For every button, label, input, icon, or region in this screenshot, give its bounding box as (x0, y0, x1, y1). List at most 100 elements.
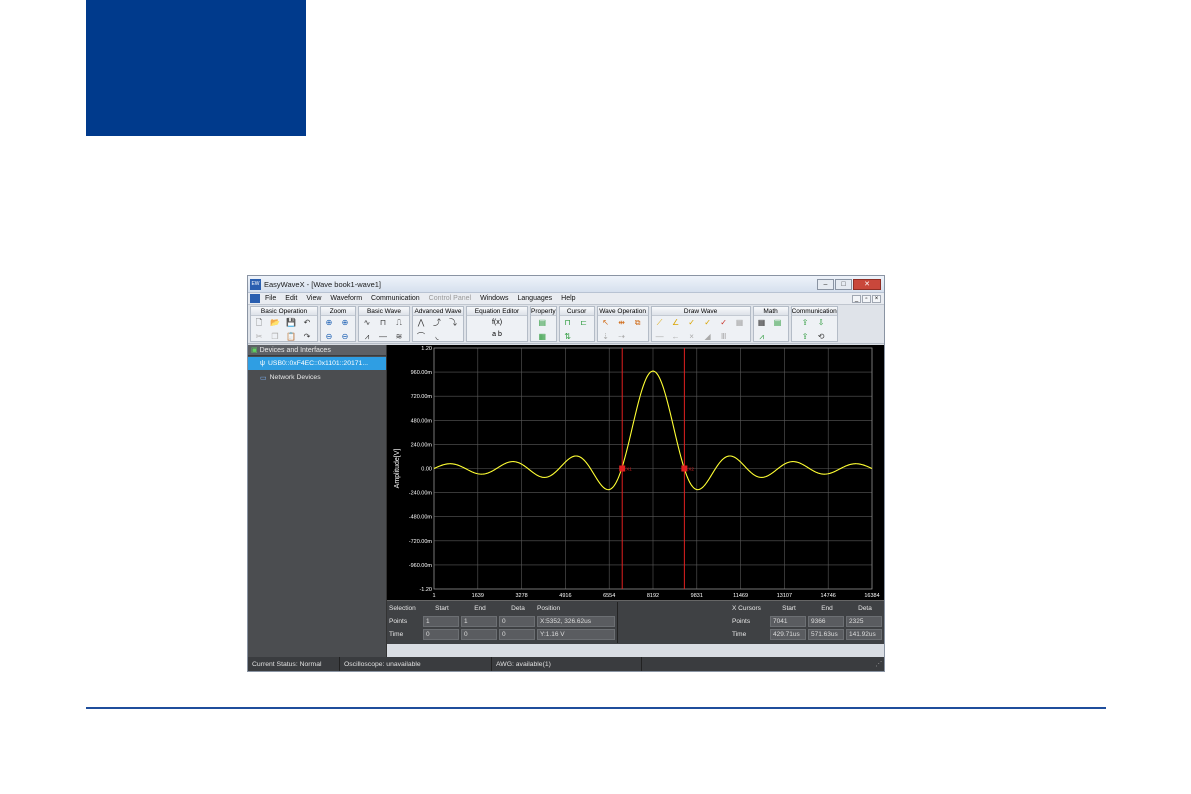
draw-free-icon[interactable]: ✓ (718, 317, 730, 328)
gauss-wave-icon[interactable]: ◟ (431, 331, 443, 342)
waveform-plot[interactable]: 1.20 960.00m 720.00m 480.00m 240.00m 0.00 -240… (387, 345, 884, 600)
exp-fall-icon[interactable]: ⤵ (447, 317, 459, 328)
noise-wave-icon[interactable]: ≋ (393, 331, 405, 342)
draw-bars-icon[interactable]: Ⅲ (718, 331, 730, 342)
square-wave-icon[interactable]: ⊓ (377, 317, 389, 328)
equation-ab-label: a b (492, 331, 502, 338)
selection-time-start[interactable]: 0 (423, 629, 459, 640)
toolbar-group-title: Zoom (321, 307, 355, 316)
draw-h-icon[interactable]: ― (654, 331, 666, 342)
selection-row-label: Points (389, 618, 408, 625)
select-arrow-icon[interactable]: ↖ (600, 317, 612, 328)
mdi-restore-button[interactable]: ▫ (862, 294, 871, 303)
menu-waveform[interactable]: Waveform (330, 295, 362, 302)
math-wave-icon[interactable]: ⩘ (756, 331, 768, 342)
download-icon[interactable]: ⇩ (815, 317, 827, 328)
paste-icon[interactable]: 📋 (285, 331, 297, 342)
x-cursors-header-deta: Deta (858, 605, 872, 612)
crop-icon[interactable]: ⧉ (632, 317, 644, 328)
math-chart-icon[interactable]: ▤ (772, 317, 784, 328)
send-icon[interactable]: ⇪ (799, 331, 811, 342)
math-grid-icon[interactable]: ▦ (756, 317, 768, 328)
x-cursor-icon[interactable]: ⊓ (562, 317, 574, 328)
x-cursors-time-start[interactable]: 429.71us (770, 629, 806, 640)
zoom-out-x-icon[interactable]: ⊖ (323, 331, 335, 342)
maximize-button[interactable]: □ (835, 278, 852, 290)
draw-check-icon[interactable]: ✓ (686, 317, 698, 328)
menu-help[interactable]: Help (561, 295, 575, 302)
y-tick-label: 0.00 (421, 467, 432, 473)
property-list-icon[interactable]: ▤ (536, 317, 548, 328)
menu-view[interactable]: View (306, 295, 321, 302)
x-cursors-row-label: Points (732, 618, 751, 625)
zoom-out-y-icon[interactable]: ⊖ (339, 331, 351, 342)
close-button[interactable]: ✕ (853, 278, 881, 290)
selection-points-deta: 0 (499, 616, 535, 627)
upload-icon[interactable]: ⇪ (799, 317, 811, 328)
menu-edit[interactable]: Edit (285, 295, 297, 302)
draw-arrow-icon[interactable]: ← (670, 331, 682, 342)
cursor-move-icon[interactable]: ⇅ (562, 331, 574, 342)
y-cursor-icon[interactable]: ⊏ (578, 317, 590, 328)
pulse-wave-icon[interactable]: ⎍ (393, 317, 405, 328)
draw-line-icon[interactable]: ⟋ (654, 317, 666, 328)
title-bar[interactable]: EW EasyWaveX - [Wave book1-wave1] – □ ✕ (248, 276, 884, 293)
new-file-icon[interactable]: 🗋 (253, 317, 265, 328)
mdi-minimize-button[interactable]: _ (852, 294, 861, 303)
merge-icon[interactable]: ⇢ (616, 331, 628, 342)
resize-grip-icon[interactable]: ⋰ (875, 660, 884, 668)
draw-angle-icon[interactable]: ∠ (670, 317, 682, 328)
undo-icon[interactable]: ↶ (301, 317, 313, 328)
sinc-wave-icon[interactable]: ⋀ (415, 317, 427, 328)
selection-points-start[interactable]: 1 (423, 616, 459, 627)
zoom-in-x-icon[interactable]: ⊕ (323, 317, 335, 328)
x-cursors-points-start[interactable]: 7041 (770, 616, 806, 627)
ramp-wave-icon[interactable]: ⩘ (361, 331, 373, 342)
toolbar-group-basic-operation: Basic Operation 🗋 📂 💾 ↶ ✂ ❐ 📋 ↷ (250, 306, 318, 342)
property-edit-icon[interactable]: ▦ (536, 331, 548, 342)
toolbar-group-title: Communication (791, 307, 837, 316)
minimize-button[interactable]: – (817, 278, 834, 290)
x-cursors-points-end[interactable]: 9366 (808, 616, 844, 627)
cursor-label: X1 (626, 467, 632, 472)
stretch-icon[interactable]: ⇹ (616, 317, 628, 328)
draw-curve-icon[interactable]: ✓ (702, 317, 714, 328)
selection-points-end[interactable]: 1 (461, 616, 497, 627)
exp-rise-icon[interactable]: ⤴ (431, 317, 443, 328)
sync-icon[interactable]: ⟲ (815, 331, 827, 342)
x-tick-label: 3278 (515, 593, 527, 599)
position-title: Position (537, 605, 561, 612)
status-bar: Current Status: Normal Oscilloscope: una… (248, 657, 884, 671)
menu-windows[interactable]: Windows (480, 295, 508, 302)
zoom-in-y-icon[interactable]: ⊕ (339, 317, 351, 328)
sidebar-item-usb-device[interactable]: ψ USB0::0xF4EC::0x1101::20171... (248, 357, 386, 370)
open-folder-icon[interactable]: 📂 (269, 317, 281, 328)
draw-grid-icon[interactable]: ▦ (734, 317, 746, 328)
eraser-icon[interactable]: ◢ (702, 331, 714, 342)
selection-title: Selection (389, 605, 416, 612)
x-cursors-time-end[interactable]: 571.63us (808, 629, 844, 640)
menu-languages[interactable]: Languages (518, 295, 553, 302)
mdi-close-button[interactable]: × (872, 294, 881, 303)
dc-wave-icon[interactable]: ― (377, 331, 389, 342)
sine-wave-icon[interactable]: ∿ (361, 317, 373, 328)
selection-time-end[interactable]: 0 (461, 629, 497, 640)
devices-header-label: Devices and Interfaces (259, 346, 331, 354)
selection-header-end: End (474, 605, 486, 612)
waveform-chart[interactable]: 1.20 960.00m 720.00m 480.00m 240.00m 0.00 -240… (387, 345, 884, 600)
menu-control-panel[interactable]: Control Panel (429, 295, 471, 302)
menu-communication[interactable]: Communication (371, 295, 420, 302)
redo-icon[interactable]: ↷ (301, 331, 313, 342)
log-wave-icon[interactable]: ⌒ (415, 331, 427, 342)
app-window: EW EasyWaveX - [Wave book1-wave1] – □ ✕ … (247, 275, 885, 672)
draw-x-icon[interactable]: × (686, 331, 698, 342)
split-icon[interactable]: ⇣ (600, 331, 612, 342)
save-icon[interactable]: 💾 (285, 317, 297, 328)
usb-icon: ψ (260, 360, 265, 367)
menu-file[interactable]: File (265, 295, 276, 302)
toolbar-group-advanced-wave: Advanced Wave ⋀ ⤴ ⤵ ⌒ ◟ (412, 306, 464, 342)
sidebar-item-network-devices[interactable]: ▭ Network Devices (248, 371, 386, 384)
equation-fx-button[interactable]: f(x) (469, 317, 525, 329)
cut-icon[interactable]: ✂ (253, 331, 265, 342)
copy-icon[interactable]: ❐ (269, 331, 281, 342)
